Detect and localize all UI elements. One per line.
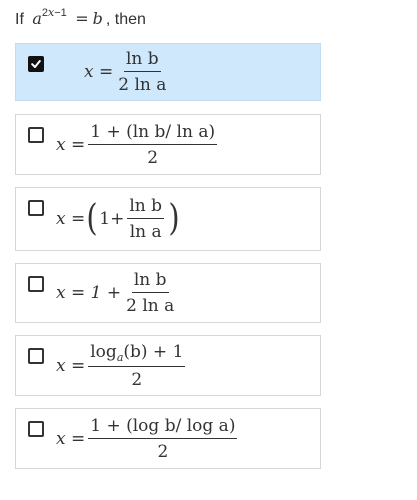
fraction-denominator: 2 ln a — [126, 296, 175, 316]
fraction: ln b ln a — [127, 196, 165, 242]
fraction-denominator: 2 — [157, 441, 169, 462]
fraction-numerator: ln b — [123, 49, 161, 72]
option-lhs: x = — [56, 209, 86, 229]
question-exponent: 2x−1 — [42, 7, 67, 19]
checkbox-empty-icon[interactable] — [28, 127, 44, 143]
option-lhs: x = — [56, 134, 86, 155]
checkbox-empty-icon[interactable] — [28, 200, 44, 216]
answer-option-4[interactable]: x = 1 + ln b 2 ln a — [15, 263, 321, 323]
fraction-numerator: 1 + (ln b/ ln a) — [88, 122, 218, 145]
fraction-numerator: loga(b) + 1 — [88, 341, 186, 367]
answer-option-5[interactable]: x = loga(b) + 1 2 — [15, 335, 321, 396]
fraction-denominator: ln a — [129, 222, 162, 242]
option-lhs: x = — [84, 62, 114, 82]
checkbox-empty-icon[interactable] — [28, 421, 44, 437]
fraction: ln b 2 ln a — [116, 49, 168, 95]
fraction: 1 + (ln b/ ln a) 2 — [88, 122, 218, 168]
fraction: loga(b) + 1 2 — [88, 341, 186, 390]
question-suffix: , then — [105, 11, 146, 28]
log-function: log — [90, 341, 117, 362]
fraction-numerator: 1 + (log b/ log a) — [88, 416, 238, 439]
option-lhs: x = — [56, 355, 86, 376]
question-prefix: If — [15, 11, 24, 28]
answer-option-3[interactable]: x = ( 1 + ln b ln a ) — [15, 187, 321, 251]
option-expression: x = loga(b) + 1 2 — [56, 336, 188, 395]
checkbox-empty-icon[interactable] — [28, 276, 44, 292]
fraction: 1 + (log b/ log a) 2 — [88, 416, 238, 462]
option-expression: x = 1 + (ln b/ ln a) 2 — [56, 115, 220, 174]
log-base: a — [116, 350, 124, 364]
checkmark-icon[interactable] — [28, 56, 44, 72]
question-equals: = — [75, 9, 89, 28]
plus-sign: + — [110, 209, 125, 229]
log-rest: (b) + 1 — [123, 341, 184, 362]
fraction: ln b 2 ln a — [124, 270, 176, 316]
open-paren: ( — [86, 198, 98, 239]
checkbox-empty-icon[interactable] — [28, 348, 44, 364]
option-lhs: x = 1 + — [56, 283, 122, 303]
question-text: If a2x−1 = b, then — [15, 7, 146, 31]
option-expression: x = ( 1 + ln b ln a ) — [56, 188, 181, 250]
question-base: a — [32, 9, 42, 28]
option-expression: x = 1 + (log b/ log a) 2 — [56, 409, 240, 468]
answer-option-2[interactable]: x = 1 + (ln b/ ln a) 2 — [15, 114, 321, 175]
answer-option-6[interactable]: x = 1 + (log b/ log a) 2 — [15, 408, 321, 469]
close-paren: ) — [168, 198, 180, 239]
fraction-numerator: ln b — [131, 270, 169, 293]
fraction-denominator: 2 ln a — [118, 75, 167, 95]
term-one: 1 — [99, 209, 111, 229]
answer-option-1[interactable]: x = ln b 2 ln a — [15, 43, 321, 101]
question-rhs: b — [92, 9, 103, 28]
fraction-denominator: 2 — [147, 147, 159, 168]
fraction-denominator: 2 — [131, 369, 143, 390]
option-expression: x = ln b 2 ln a — [84, 44, 171, 100]
fraction-numerator: ln b — [127, 196, 165, 219]
option-expression: x = 1 + ln b 2 ln a — [56, 264, 179, 322]
exponent-rest: −1 — [54, 6, 67, 19]
option-lhs: x = — [56, 428, 86, 449]
